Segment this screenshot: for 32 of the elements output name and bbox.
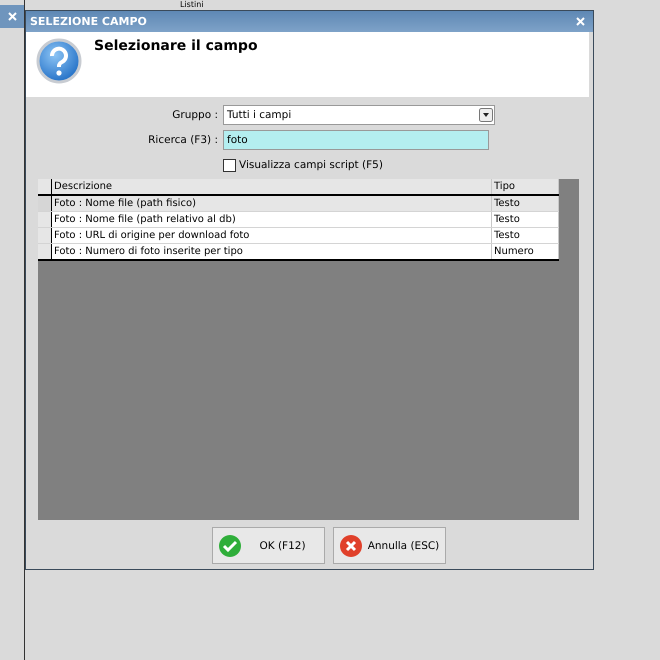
search-label: Ricerca (F3) : (147, 134, 219, 146)
table-cell: Foto : Nome file (path relativo al db) (52, 212, 492, 228)
table-row[interactable]: Foto : URL di origine per download foto Testo (38, 228, 558, 244)
table-cell: Testo (492, 195, 558, 212)
column-header[interactable]: Tipo (492, 179, 558, 195)
table-cell: Foto : Nome file (path fisico) (52, 195, 492, 212)
ok-button[interactable]: OK (F12) (212, 527, 324, 564)
background-title: Listini (180, 0, 204, 10)
group-label: Gruppo : (171, 109, 219, 121)
column-header[interactable]: Descrizione (52, 179, 492, 195)
table-cell: Testo (492, 212, 558, 228)
question-icon (36, 38, 82, 84)
table-cell: Numero (492, 244, 558, 260)
close-icon (8, 12, 16, 21)
cancel-button[interactable]: Annulla (ESC) (332, 527, 446, 564)
checkmark-icon (218, 534, 242, 558)
table-row[interactable]: Foto : Numero di foto inserite per tipo Numero (38, 244, 558, 260)
close-icon (576, 17, 585, 26)
table-cell: Testo (492, 228, 558, 244)
group-dropdown[interactable]: Tutti i campi (223, 105, 495, 125)
script-checkbox[interactable] (223, 158, 236, 172)
search-field[interactable]: foto (223, 130, 489, 150)
window-title: SELEZIONE CAMPO (30, 15, 147, 28)
table-cell: Foto : Numero di foto inserite per tipo (52, 244, 492, 260)
checkbox-label: Visualizza campi script (F5) (239, 159, 383, 171)
dialog-heading: Selezionare il campo (94, 38, 258, 54)
table-row[interactable]: Foto : Nome file (path relativo al db) Testo (38, 212, 558, 228)
table-cell: Foto : URL di origine per download foto (52, 228, 492, 244)
table-row[interactable]: Foto : Nome file (path fisico) Testo (38, 195, 558, 212)
close-button[interactable] (6, 10, 18, 23)
cross-icon (338, 534, 362, 558)
close-button[interactable] (574, 15, 587, 28)
